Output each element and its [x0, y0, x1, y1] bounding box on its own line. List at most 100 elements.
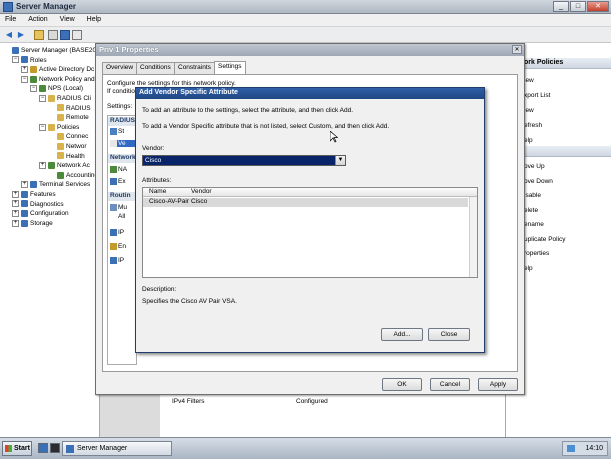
- menu-help[interactable]: Help: [82, 14, 106, 25]
- start-button[interactable]: Start: [2, 441, 32, 456]
- network-icon[interactable]: [567, 445, 575, 452]
- nav-encryption[interactable]: En: [110, 243, 136, 250]
- nav-ip-settings[interactable]: IP: [110, 257, 136, 264]
- tab-constraints[interactable]: Constraints: [174, 62, 215, 74]
- tree-item-label: Connec: [66, 133, 89, 141]
- action-item[interactable]: elp: [524, 137, 533, 144]
- tab-settings[interactable]: Settings: [214, 61, 246, 74]
- expand-icon[interactable]: +: [12, 190, 19, 198]
- collapse-icon[interactable]: −: [12, 56, 19, 64]
- action-item[interactable]: iew: [524, 107, 534, 114]
- tab-conditions[interactable]: Conditions: [136, 62, 175, 74]
- nav-multilink[interactable]: Mu: [110, 204, 136, 211]
- command-prompt-icon[interactable]: [50, 443, 60, 453]
- back-arrow-icon[interactable]: ◀: [4, 30, 14, 40]
- close-button[interactable]: Close: [428, 328, 470, 341]
- tree-node-icon: [48, 94, 55, 102]
- chevron-down-icon[interactable]: ▼: [335, 156, 345, 165]
- tree-item[interactable]: Remote: [48, 113, 89, 122]
- nav-ip-filters[interactable]: IP: [110, 229, 136, 236]
- tree-item[interactable]: + Storage: [12, 219, 53, 228]
- apply-button[interactable]: Apply: [478, 378, 518, 391]
- tree-item[interactable]: RADIUS: [48, 104, 91, 113]
- tree-item[interactable]: Networ: [48, 142, 87, 151]
- tree-item-label: Terminal Services: [39, 181, 91, 189]
- nav-extended-state[interactable]: Ex: [110, 178, 136, 185]
- action-item[interactable]: ove Down: [524, 178, 553, 185]
- collapse-icon[interactable]: −: [30, 85, 37, 93]
- expand-icon[interactable]: +: [12, 219, 19, 227]
- collapse-icon[interactable]: −: [21, 75, 28, 83]
- ok-button[interactable]: OK: [382, 378, 422, 391]
- show-hide-tree-icon[interactable]: [48, 30, 58, 40]
- action-item[interactable]: efresh: [524, 122, 542, 129]
- up-folder-icon[interactable]: [34, 30, 44, 40]
- tree-item[interactable]: − RADIUS Cli: [39, 94, 91, 103]
- help-icon[interactable]: [60, 30, 70, 40]
- action-item[interactable]: elp: [524, 265, 533, 272]
- tree-item[interactable]: Connec: [48, 132, 88, 141]
- tree-item[interactable]: + Active Directory Dc: [21, 65, 94, 74]
- expand-icon[interactable]: +: [39, 161, 46, 169]
- action-item[interactable]: elete: [524, 207, 538, 214]
- clock[interactable]: 14:10: [585, 445, 603, 452]
- close-window-button[interactable]: ✕: [587, 1, 609, 12]
- cancel-button[interactable]: Cancel: [430, 378, 470, 391]
- tree-item[interactable]: + Terminal Services: [21, 180, 90, 189]
- attributes-list[interactable]: Name Vendor Cisco-AV-Pair Cisco: [142, 187, 478, 278]
- action-item[interactable]: ove Up: [524, 163, 545, 170]
- expand-icon[interactable]: +: [21, 65, 28, 73]
- collapse-icon[interactable]: −: [39, 123, 46, 131]
- close-icon[interactable]: ✕: [512, 45, 522, 54]
- expand-icon[interactable]: +: [12, 200, 19, 208]
- main-window-titlebar: Server Manager _ □ ✕: [0, 0, 611, 14]
- expand-icon[interactable]: +: [21, 181, 28, 189]
- settings-intro: Configure the settings for this network …: [107, 80, 236, 87]
- menu-view[interactable]: View: [55, 14, 80, 25]
- tree-item[interactable]: + Diagnostics: [12, 200, 64, 209]
- nav-standard[interactable]: St: [110, 128, 136, 135]
- tree-item[interactable]: + Network Ac: [39, 161, 90, 170]
- action-item[interactable]: iew: [524, 77, 534, 84]
- nav-vendor-specific[interactable]: Ve: [110, 140, 136, 148]
- tree-item-label: Remote: [66, 114, 89, 122]
- tree-item[interactable]: Health: [48, 152, 85, 161]
- tree-item[interactable]: Server Manager (BASE2008: [3, 46, 103, 55]
- vsa-dialog-titlebar: Add Vendor Specific Attribute: [136, 88, 484, 99]
- tree-node-icon: [12, 46, 19, 54]
- tab-overview[interactable]: Overview: [102, 62, 138, 74]
- server-manager-quicklaunch-icon[interactable]: [38, 443, 48, 453]
- action-item[interactable]: ename: [524, 221, 544, 228]
- description-label: Description:: [142, 286, 177, 293]
- tree-node-icon: [30, 181, 37, 189]
- properties-icon[interactable]: [72, 30, 82, 40]
- nav-multilink-sub[interactable]: All: [110, 213, 136, 220]
- tree-item[interactable]: − Roles: [12, 56, 47, 65]
- action-item[interactable]: roperties: [524, 250, 549, 257]
- tree-item[interactable]: + Features: [12, 190, 56, 199]
- tree-item[interactable]: − NPS (Local): [30, 84, 83, 93]
- column-vendor[interactable]: Vendor: [191, 188, 212, 195]
- column-name[interactable]: Name: [149, 188, 166, 195]
- add-button[interactable]: Add...: [381, 328, 423, 341]
- action-item[interactable]: isable: [524, 192, 541, 199]
- extended-state-icon: [110, 178, 117, 185]
- action-item[interactable]: xport List: [524, 92, 550, 99]
- menu-action[interactable]: Action: [23, 14, 52, 25]
- table-row[interactable]: Cisco-AV-Pair Cisco: [143, 198, 468, 207]
- menu-file[interactable]: File: [0, 14, 21, 25]
- maximize-button[interactable]: □: [570, 1, 586, 12]
- forward-arrow-icon[interactable]: ▶: [16, 30, 26, 40]
- nav-nap[interactable]: NA: [110, 166, 136, 173]
- expand-icon[interactable]: +: [12, 209, 19, 217]
- action-item[interactable]: uplicate Policy: [524, 236, 566, 243]
- tree-item[interactable]: − Network Policy and: [21, 75, 95, 84]
- collapse-icon[interactable]: −: [39, 94, 46, 102]
- taskbar-app-server-manager[interactable]: Server Manager: [62, 441, 172, 456]
- tree-item[interactable]: Accounting: [48, 171, 98, 180]
- vendor-dropdown[interactable]: Cisco ▼: [142, 155, 346, 166]
- minimize-button[interactable]: _: [553, 1, 569, 12]
- tree-item[interactable]: + Configuration: [12, 209, 69, 218]
- attributes-scrollbar[interactable]: [469, 197, 477, 277]
- tree-item[interactable]: − Policies: [39, 123, 79, 132]
